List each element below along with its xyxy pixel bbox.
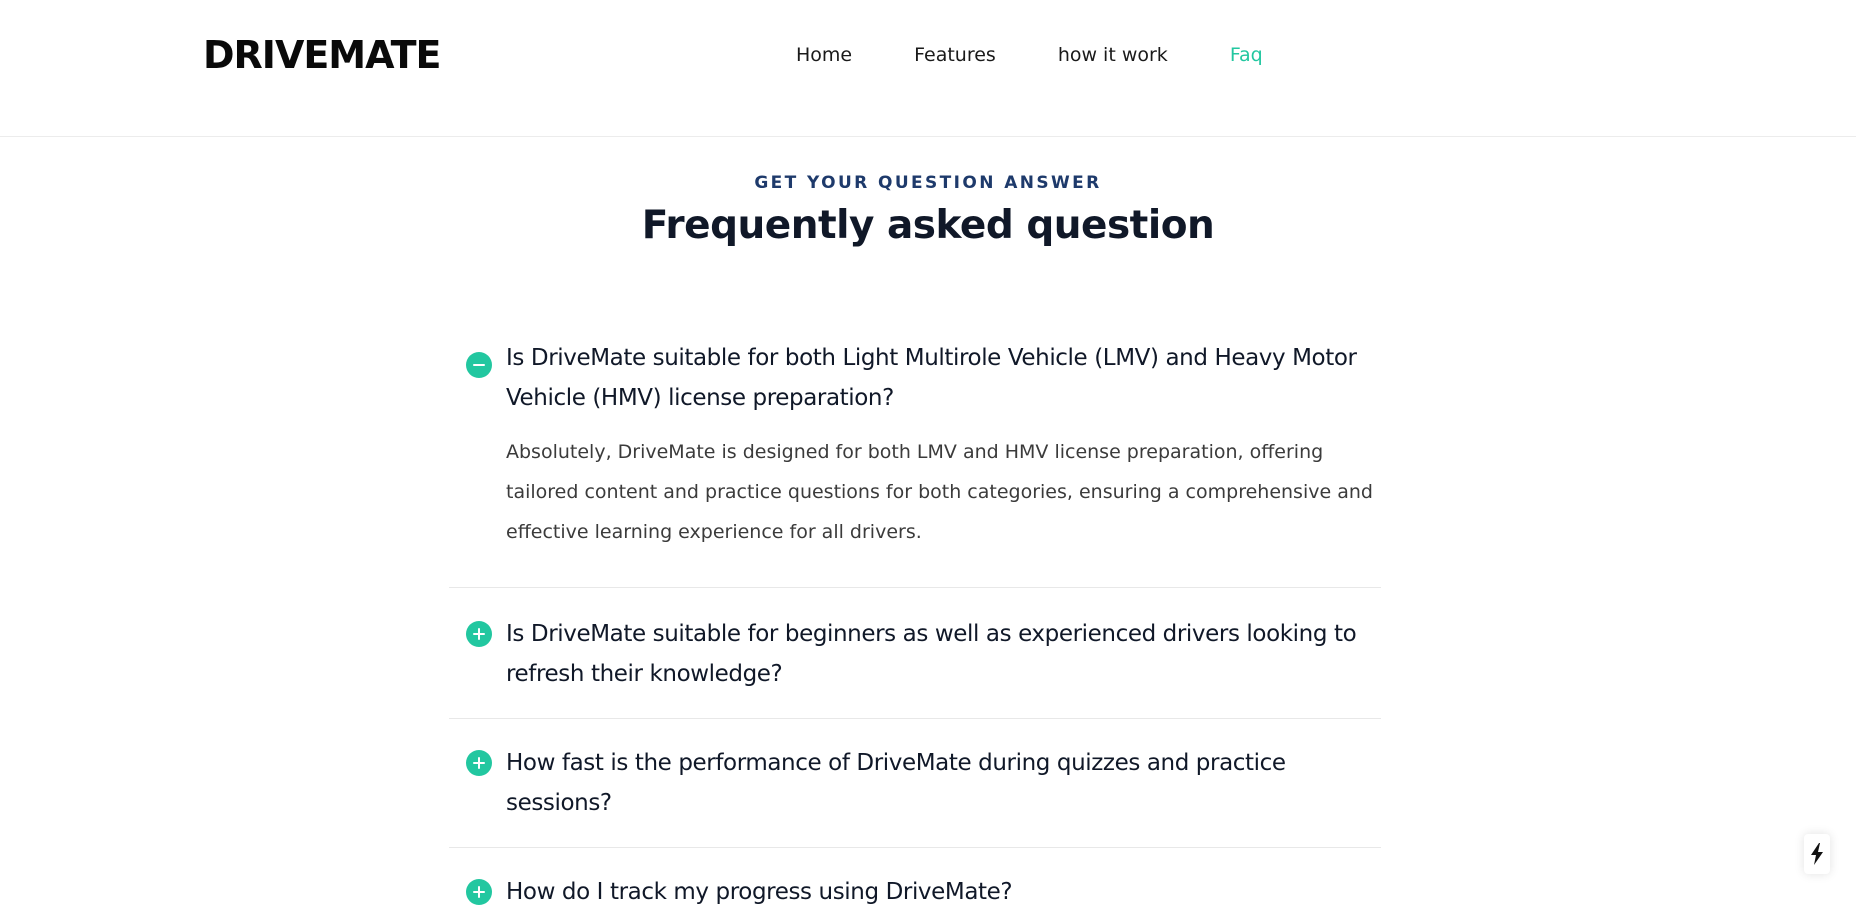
nav-faq[interactable]: Faq: [1230, 43, 1263, 67]
nav-features[interactable]: Features: [914, 43, 996, 67]
section-title: Frequently asked question: [641, 203, 1215, 248]
plus-circle-icon[interactable]: [466, 879, 492, 905]
lightning-bolt-icon[interactable]: [1804, 834, 1830, 874]
faq-item: Is DriveMate suitable for both Light Mul…: [449, 338, 1381, 588]
faq-question-toggle[interactable]: Is DriveMate suitable for both Light Mul…: [449, 338, 1381, 418]
faq-list: Is DriveMate suitable for both Light Mul…: [449, 338, 1381, 912]
nav-how-it-work[interactable]: how it work: [1058, 43, 1168, 67]
logo[interactable]: DRIVEMATE: [203, 30, 441, 80]
faq-item: How do I track my progress using DriveMa…: [449, 848, 1381, 912]
faq-item: How fast is the performance of DriveMate…: [449, 719, 1381, 848]
minus-circle-icon[interactable]: [466, 352, 492, 378]
faq-question-toggle[interactable]: Is DriveMate suitable for beginners as w…: [449, 614, 1381, 694]
faq-question-toggle[interactable]: How fast is the performance of DriveMate…: [449, 743, 1381, 823]
faq-item: Is DriveMate suitable for beginners as w…: [449, 588, 1381, 719]
faq-question[interactable]: Is DriveMate suitable for both Light Mul…: [506, 338, 1381, 418]
faq-question[interactable]: How do I track my progress using DriveMa…: [506, 872, 1381, 912]
site-header: DRIVEMATE Home Features how it work Faq: [0, 0, 1856, 137]
faq-answer: Absolutely, DriveMate is designed for bo…: [506, 441, 1373, 543]
main-nav: Home Features how it work Faq: [796, 43, 1263, 67]
nav-home[interactable]: Home: [796, 43, 852, 67]
plus-circle-icon[interactable]: [466, 621, 492, 647]
faq-question[interactable]: Is DriveMate suitable for beginners as w…: [506, 614, 1381, 694]
faq-question[interactable]: How fast is the performance of DriveMate…: [506, 743, 1381, 823]
section-eyebrow: GET YOUR QUESTION ANSWER: [754, 173, 1102, 193]
plus-circle-icon[interactable]: [466, 750, 492, 776]
faq-question-toggle[interactable]: How do I track my progress using DriveMa…: [449, 872, 1381, 912]
